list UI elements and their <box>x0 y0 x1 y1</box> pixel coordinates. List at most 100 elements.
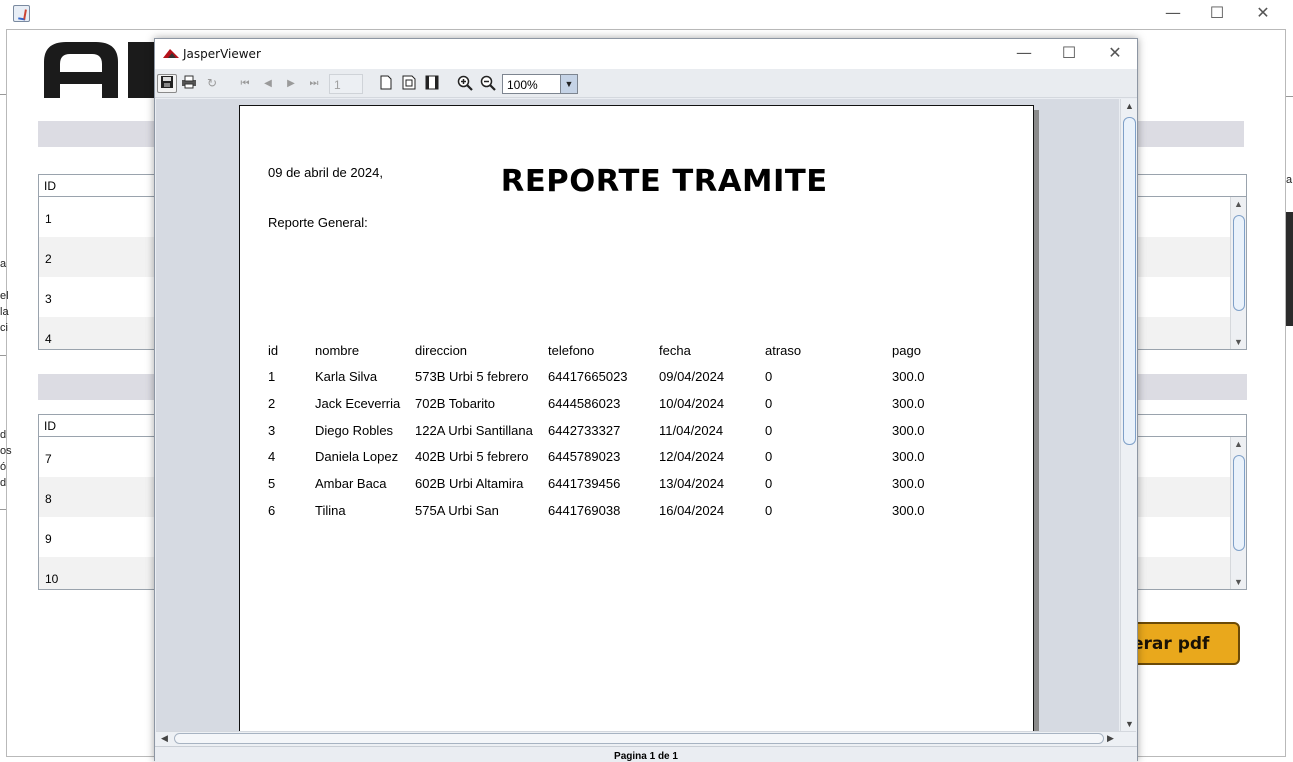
reload-icon[interactable]: ↻ <box>202 74 222 93</box>
table-cell-id: 2 <box>268 396 276 411</box>
scroll-down-icon[interactable]: ▼ <box>1125 719 1134 729</box>
divider <box>0 94 6 95</box>
table-cell-atraso: 0 <box>765 423 773 438</box>
table-cell-id: 1 <box>268 369 276 384</box>
table-cell-direccion: 702B Tobarito <box>415 396 495 411</box>
table-cell-atraso: 0 <box>765 449 773 464</box>
page-number-input[interactable]: 1 <box>329 74 363 94</box>
column-header-telefono: telefono <box>548 343 595 358</box>
clipped-label-fragment: la <box>0 306 9 318</box>
table-cell-telefono: 6441769038 <box>548 503 621 518</box>
scroll-left-icon[interactable]: ◀ <box>161 733 168 744</box>
clipped-label-fragment: d <box>0 477 7 489</box>
column-header-direccion: direccion <box>415 343 468 358</box>
viewer-vertical-scrollbar[interactable]: ▲ ▼ <box>1120 99 1137 731</box>
maximize-button[interactable]: ☐ <box>1194 2 1240 26</box>
print-icon[interactable] <box>179 74 199 93</box>
scroll-up-icon[interactable]: ▲ <box>1234 439 1243 449</box>
table-cell-telefono: 6444586023 <box>548 396 621 411</box>
table-cell-telefono: 64417665023 <box>548 369 628 384</box>
table-cell-id: 5 <box>268 476 276 491</box>
clipped-label-fragment: a <box>1286 174 1293 186</box>
table-cell-atraso: 0 <box>765 476 773 491</box>
scroll-thumb[interactable] <box>1233 455 1245 551</box>
clipped-label-fragment: os <box>0 445 12 457</box>
report-title: REPORTE TRAMITE <box>500 164 828 199</box>
table-cell-id: 4 <box>268 449 276 464</box>
table-cell-pago: 300.0 <box>892 503 925 518</box>
app-logo <box>44 42 156 98</box>
table-cell-telefono: 6441739456 <box>548 476 621 491</box>
column-header-pago: pago <box>892 343 921 358</box>
side-panel-edge <box>1286 212 1293 326</box>
report-date: 09 de abril de 2024, <box>268 165 383 180</box>
viewer-close-button[interactable]: ✕ <box>1092 42 1138 66</box>
table-cell-pago: 300.0 <box>892 476 925 491</box>
table-cell-nombre: Tilina <box>315 503 346 518</box>
close-button[interactable]: ✕ <box>1240 2 1286 26</box>
table-scrollbar[interactable]: ▲ ▼ <box>1230 437 1246 589</box>
divider <box>1286 96 1293 97</box>
zoom-value: 100% <box>507 78 538 92</box>
jasper-viewer-window: JasperViewer — ☐ ✕ ↻ ⏮ ◀ ▶ ⏭ 1 100% ▼ 09… <box>154 38 1138 762</box>
zoom-out-icon[interactable] <box>478 74 498 93</box>
report-viewport[interactable]: 09 de abril de 2024, REPORTE TRAMITE Rep… <box>156 99 1119 731</box>
viewer-maximize-button[interactable]: ☐ <box>1046 42 1092 66</box>
table-cell-pago: 300.0 <box>892 449 925 464</box>
table-cell-fecha: 12/04/2024 <box>659 449 725 464</box>
table-cell-fecha: 11/04/2024 <box>659 423 724 438</box>
table-cell-id: 6 <box>268 503 276 518</box>
zoom-in-icon[interactable] <box>455 74 475 93</box>
table-scrollbar[interactable]: ▲ ▼ <box>1230 197 1246 349</box>
zoom-combobox[interactable]: 100% ▼ <box>502 74 578 94</box>
viewer-toolbar: ↻ ⏮ ◀ ▶ ⏭ 1 100% ▼ <box>155 69 1137 98</box>
column-header-atraso: atraso <box>765 343 802 358</box>
scroll-right-icon[interactable]: ▶ <box>1107 733 1114 744</box>
chevron-down-icon[interactable]: ▼ <box>560 75 577 93</box>
jasper-logo-icon <box>163 49 179 58</box>
first-page-icon[interactable]: ⏮ <box>235 74 255 93</box>
fit-width-icon[interactable] <box>422 74 442 93</box>
page-status: Pagina 1 de 1 <box>155 746 1137 762</box>
scroll-thumb[interactable] <box>1233 215 1245 311</box>
table-cell-fecha: 09/04/2024 <box>659 369 725 384</box>
java-app-icon <box>13 5 30 22</box>
table-cell-atraso: 0 <box>765 396 773 411</box>
viewer-titlebar[interactable]: JasperViewer — ☐ ✕ <box>155 39 1137 69</box>
divider <box>0 355 6 356</box>
previous-page-icon[interactable]: ◀ <box>258 74 278 93</box>
table-cell-direccion: 575A Urbi San <box>415 503 499 518</box>
last-page-icon[interactable]: ⏭ <box>304 74 324 93</box>
column-header-id: id <box>268 343 279 358</box>
viewer-horizontal-scrollbar[interactable]: ◀ ▶ <box>156 731 1136 746</box>
minimize-button[interactable]: — <box>1150 2 1196 26</box>
divider <box>0 509 6 510</box>
next-page-icon[interactable]: ▶ <box>281 74 301 93</box>
table-cell-fecha: 10/04/2024 <box>659 396 725 411</box>
clipped-label-fragment: el <box>0 290 9 302</box>
table-cell-nombre: Karla Silva <box>315 369 378 384</box>
actual-size-icon[interactable] <box>376 74 396 93</box>
viewer-minimize-button[interactable]: — <box>1001 42 1047 66</box>
table-cell-atraso: 0 <box>765 369 773 384</box>
scroll-thumb[interactable] <box>174 733 1104 744</box>
scroll-down-icon[interactable]: ▼ <box>1234 577 1243 587</box>
column-header-nombre: nombre <box>315 343 360 358</box>
clipped-label-fragment: d <box>0 429 7 441</box>
scroll-up-icon[interactable]: ▲ <box>1125 101 1134 111</box>
table-cell-telefono: 6442733327 <box>548 423 621 438</box>
table-cell-nombre: Daniela Lopez <box>315 449 399 464</box>
save-icon[interactable] <box>157 74 177 93</box>
table-cell-telefono: 6445789023 <box>548 449 621 464</box>
clipped-label-fragment: ó <box>0 461 7 473</box>
clipped-label-fragment: ci <box>0 322 8 334</box>
scroll-thumb[interactable] <box>1123 117 1136 445</box>
table-cell-pago: 300.0 <box>892 396 925 411</box>
table-cell-pago: 300.0 <box>892 423 925 438</box>
scroll-down-icon[interactable]: ▼ <box>1234 337 1243 347</box>
background-window-titlebar: — ☐ ✕ <box>0 0 1293 28</box>
fit-page-icon[interactable] <box>399 74 419 93</box>
table-cell-pago: 300.0 <box>892 369 925 384</box>
scroll-up-icon[interactable]: ▲ <box>1234 199 1243 209</box>
viewer-title: JasperViewer <box>183 47 261 61</box>
